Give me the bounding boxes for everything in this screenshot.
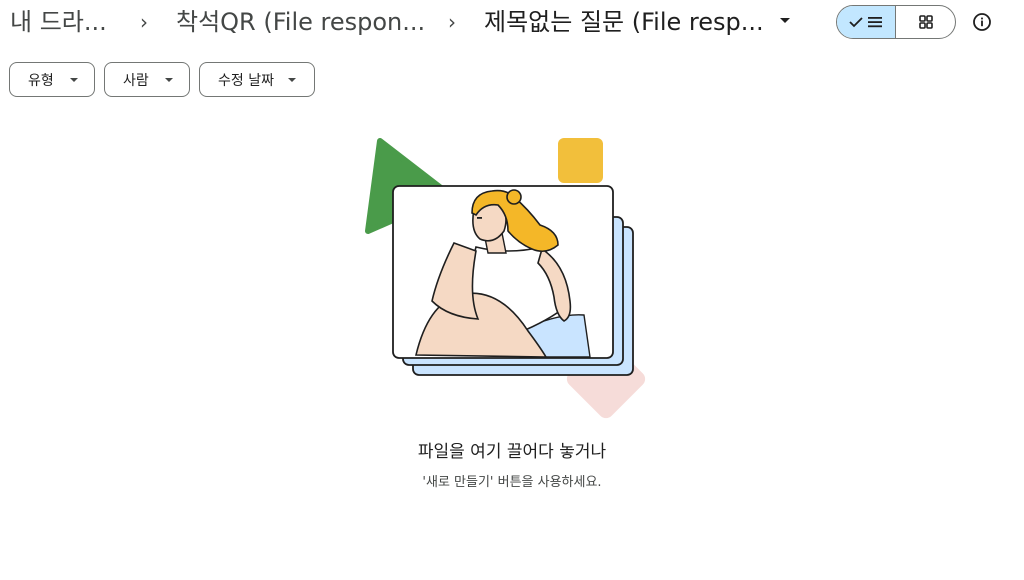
filter-chip-type[interactable]: 유형 — [9, 62, 95, 97]
empty-state-title: 파일을 여기 끌어다 놓거나 — [417, 442, 607, 462]
top-bar: 내 드라... › 착석QR (File respon... › 제목없는 질문… — [0, 0, 1024, 48]
info-icon[interactable] — [972, 12, 992, 32]
filter-chip-label: 유형 — [28, 72, 54, 89]
folder-menu-caret-icon[interactable] — [780, 18, 790, 23]
breadcrumb-current-folder[interactable]: 제목없는 질문 (File resp... — [484, 4, 764, 40]
chevron-down-icon — [164, 77, 173, 82]
yellow-shape — [558, 138, 603, 183]
filter-chip-people[interactable]: 사람 — [104, 62, 190, 97]
grid-icon — [918, 15, 933, 29]
check-list-icon — [849, 17, 882, 28]
view-toggle — [836, 5, 956, 39]
filter-chip-label: 수정 날짜 — [218, 72, 274, 89]
filter-chip-modified[interactable]: 수정 날짜 — [199, 62, 315, 97]
empty-state-subtitle: '새로 만들기' 버튼을 사용하세요. — [422, 475, 602, 490]
grid-view-button[interactable] — [896, 6, 955, 38]
breadcrumb-separator: › — [140, 10, 148, 34]
filter-chip-label: 사람 — [123, 72, 149, 89]
breadcrumb-separator: › — [448, 10, 456, 34]
chevron-down-icon — [69, 77, 78, 82]
breadcrumb-item-my-drive[interactable]: 내 드라... — [10, 4, 107, 40]
breadcrumb-item-folder[interactable]: 착석QR (File respon... — [176, 4, 425, 40]
chevron-down-icon — [287, 77, 296, 82]
list-view-button[interactable] — [837, 6, 897, 38]
empty-state-illustration — [365, 138, 646, 419]
